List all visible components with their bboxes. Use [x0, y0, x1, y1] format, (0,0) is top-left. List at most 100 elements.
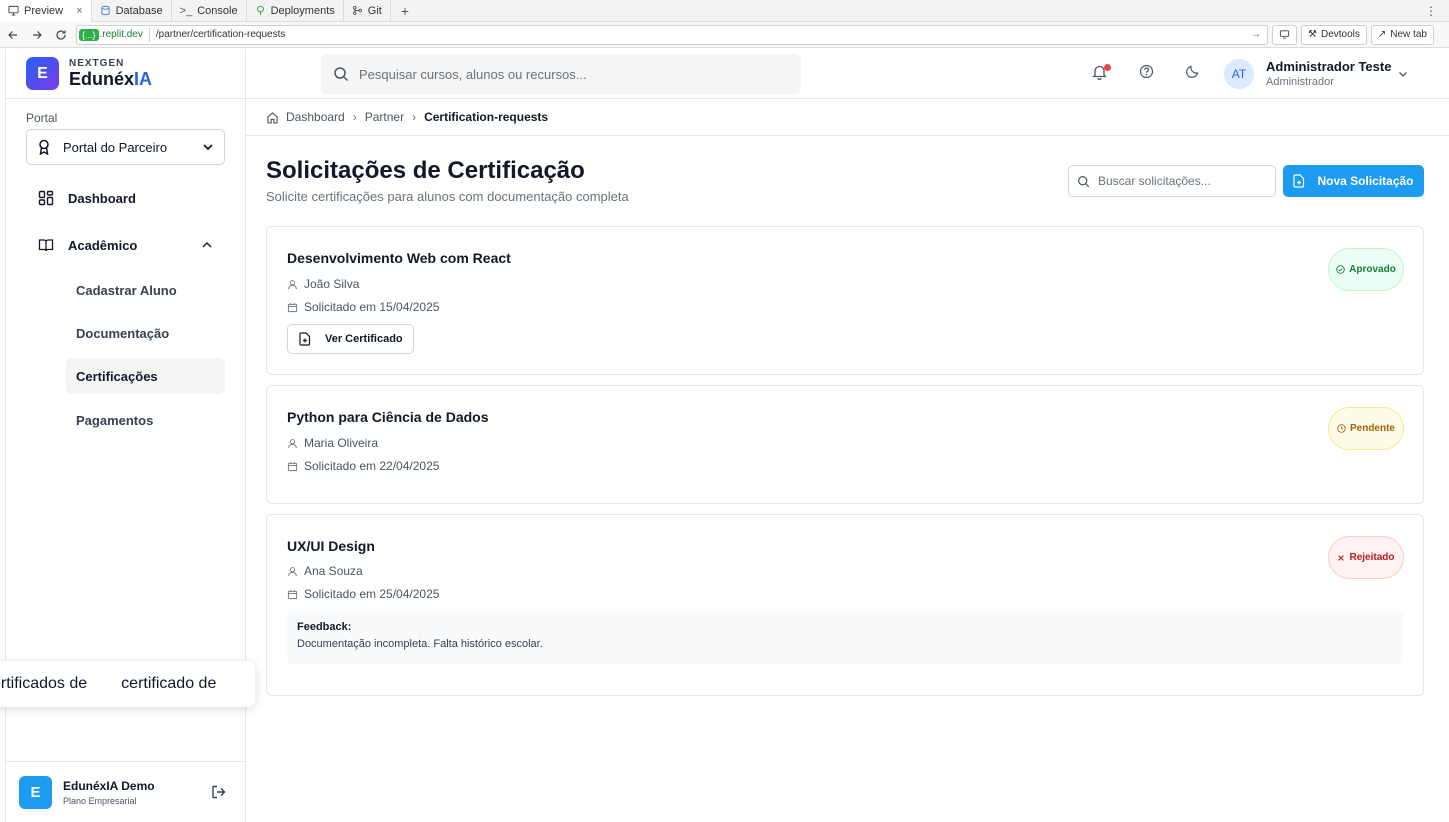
request-date: Solicitado em 22/04/2025: [304, 459, 440, 473]
new-request-button[interactable]: Nova Solicitação: [1283, 165, 1424, 197]
user-icon: [287, 279, 298, 290]
close-icon[interactable]: ×: [76, 5, 82, 17]
avatar: E: [19, 775, 52, 809]
x-icon: [1337, 554, 1345, 562]
help-icon[interactable]: [1139, 64, 1154, 79]
chevron-down-icon[interactable]: [1397, 68, 1409, 80]
calendar-icon: [287, 461, 298, 472]
top-header: Pesquisar cursos, alunos ou recursos... …: [246, 49, 1449, 99]
tab-git[interactable]: Git: [344, 0, 391, 22]
breadcrumb: Dashboard › Partner › Certification-requ…: [246, 99, 1449, 136]
tab-label: Deployments: [270, 4, 335, 17]
host-pill: {...}: [79, 28, 99, 41]
request-card: Python para Ciência de Dados Maria Olive…: [266, 385, 1424, 504]
external-link-icon: ↗: [1377, 29, 1387, 40]
sidebar-subitem-certificacoes[interactable]: Certificações: [66, 358, 225, 394]
logout-icon[interactable]: [211, 784, 227, 800]
user-icon: [287, 438, 298, 449]
tooltip-text-1: ertificados de: [0, 675, 88, 692]
devtools-label: Devtools: [1320, 29, 1360, 40]
status-badge: Rejeitado: [1328, 536, 1404, 579]
search-icon: [1077, 175, 1090, 188]
request-date: Solicitado em 15/04/2025: [304, 300, 440, 314]
sidebar-subitem-label: Cadastrar Aluno: [76, 282, 177, 298]
sidebar-item-dashboard[interactable]: Dashboard: [26, 180, 225, 216]
tab-console[interactable]: >_ Console: [172, 0, 247, 22]
breadcrumb-partner[interactable]: Partner: [365, 110, 404, 124]
brand-subtitle: NEXTGEN: [69, 58, 125, 69]
tab-label: Database: [115, 4, 163, 17]
new-tab-plus-icon[interactable]: +: [391, 3, 419, 19]
more-options-icon[interactable]: ⋮: [1425, 4, 1449, 18]
breadcrumb-dashboard[interactable]: Dashboard: [286, 110, 345, 124]
global-search-input[interactable]: Pesquisar cursos, alunos ou recursos...: [321, 54, 801, 94]
back-icon[interactable]: [2, 24, 24, 46]
devtools-button[interactable]: ⚒ Devtools: [1301, 24, 1367, 45]
user-role: Administrador: [1266, 76, 1334, 88]
tab-database[interactable]: Database: [92, 0, 172, 22]
request-card: Desenvolvimento Web com React João Silva…: [266, 226, 1424, 375]
feedback-box: Feedback: Documentação incompleta. Falta…: [287, 611, 1403, 664]
sidebar-subitem-label: Pagamentos: [76, 412, 154, 428]
sidebar-subitem-documentacao[interactable]: Documentação: [66, 315, 225, 351]
sidebar-item-academico[interactable]: Acadêmico: [26, 227, 225, 263]
student-name: Maria Oliveira: [304, 436, 379, 450]
brand-name: EdunéxIA: [69, 69, 152, 89]
sidebar-subitem-cadastrar-aluno[interactable]: Cadastrar Aluno: [66, 272, 225, 308]
course-title: Desenvolvimento Web com React: [287, 250, 511, 266]
url-path: /partner/certification-requests: [155, 29, 286, 40]
course-title: UX/UI Design: [287, 538, 375, 554]
view-certificate-label: Ver Certificado: [325, 333, 403, 345]
check-circle-icon: [1336, 265, 1345, 274]
portal-select-value: Portal do Parceiro: [63, 139, 168, 155]
sidebar-subitem-pagamentos[interactable]: Pagamentos: [66, 402, 225, 438]
home-icon[interactable]: [266, 111, 279, 124]
tab-label: Console: [197, 4, 238, 17]
brand[interactable]: E NEXTGEN EdunéxIA: [6, 49, 245, 99]
feedback-text: Documentação incompleta. Falta histórico…: [297, 638, 543, 650]
clock-icon: [1337, 424, 1346, 433]
calendar-icon: [287, 302, 298, 313]
user-icon: [287, 566, 298, 577]
tooltip-text-2: certificado de: [121, 675, 217, 692]
course-title: Python para Ciência de Dados: [287, 409, 489, 425]
screen-toggle-button[interactable]: [1272, 24, 1297, 45]
reload-icon[interactable]: [50, 24, 72, 46]
chevron-up-icon: [201, 239, 213, 251]
go-arrow-icon[interactable]: →: [1251, 29, 1261, 40]
status-label: Aprovado: [1349, 264, 1396, 275]
portal-select[interactable]: Portal do Parceiro: [26, 129, 225, 165]
status-badge: Pendente: [1328, 407, 1404, 450]
address-field[interactable]: {...} .replit.dev /partner/certification…: [76, 24, 1268, 45]
git-icon: [352, 5, 363, 16]
date-row: Solicitado em 15/04/2025: [287, 300, 439, 314]
deploy-icon: [255, 5, 266, 16]
student-name: João Silva: [304, 277, 360, 291]
tab-preview[interactable]: Preview ×: [0, 0, 92, 22]
sidebar-item-label: Acadêmico: [68, 237, 138, 253]
moon-icon[interactable]: [1185, 64, 1200, 79]
user-name[interactable]: Administrador Teste: [1266, 59, 1391, 74]
tab-label: Preview: [24, 4, 64, 17]
new-tab-button[interactable]: ↗ New tab: [1370, 24, 1434, 45]
new-request-label: Nova Solicitação: [1317, 174, 1414, 188]
chevron-right-icon: ›: [412, 110, 417, 124]
requests-search-input[interactable]: Buscar solicitações...: [1068, 165, 1276, 197]
view-certificate-button[interactable]: Ver Certificado: [287, 324, 414, 354]
status-label: Rejeitado: [1349, 552, 1395, 563]
status-label: Pendente: [1349, 423, 1395, 434]
chevron-down-icon: [202, 141, 214, 153]
avatar[interactable]: AT: [1224, 59, 1254, 89]
feedback-label: Feedback:: [297, 621, 352, 633]
footer-plan: Plano Empresarial: [63, 795, 137, 806]
tab-deployments[interactable]: Deployments: [247, 0, 344, 22]
terminal-icon: >_: [179, 4, 193, 17]
dashboard-icon: [38, 190, 54, 206]
student-row: Ana Souza: [287, 564, 363, 578]
date-row: Solicitado em 22/04/2025: [287, 459, 439, 473]
sidebar-user-footer: E EdunéxIA Demo Plano Empresarial: [6, 761, 245, 822]
forward-icon[interactable]: [26, 24, 48, 46]
notification-dot: [1104, 64, 1111, 71]
file-plus-icon: [1293, 174, 1305, 188]
page-title: Solicitações de Certificação: [266, 157, 585, 184]
